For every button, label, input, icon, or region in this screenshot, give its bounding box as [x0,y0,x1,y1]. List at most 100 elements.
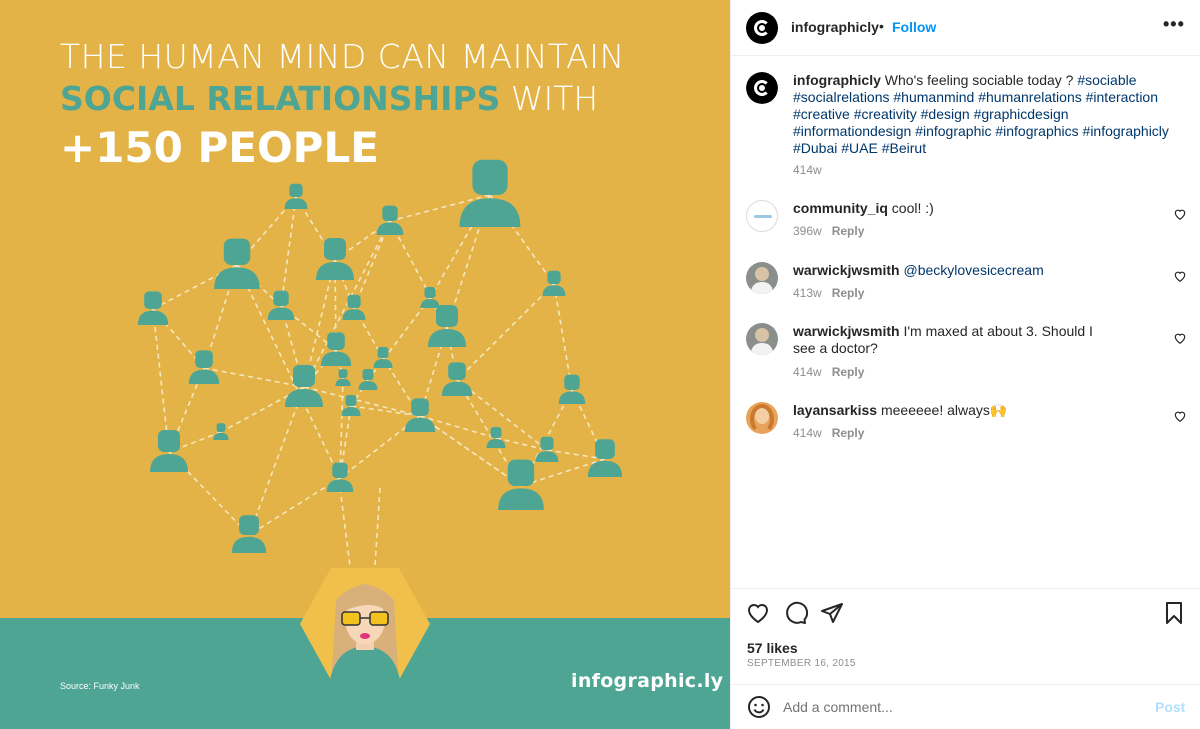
comment-meta: 414w Reply [793,365,864,379]
comment-meta: 396w Reply [793,224,864,238]
person-icon [267,290,295,320]
person-icon [150,430,188,472]
hashtag-link[interactable]: #infographics [995,123,1078,139]
post-comment-button[interactable]: Post [1155,699,1185,715]
person-icon [326,462,354,492]
more-options-icon[interactable]: ••• [1163,14,1185,35]
connection-lines [152,194,606,567]
person-icon [316,238,354,280]
comment-text: warwickjwsmith @beckylovesicecream [793,262,1173,279]
comment-text: warwickjwsmith I'm maxed at about 3. Sho… [793,323,1093,357]
hashtag-link[interactable]: #socialrelations [793,89,890,105]
post-date: SEPTEMBER 16, 2015 [747,658,856,669]
hashtag-link[interactable]: #infographicly [1083,123,1169,139]
hashtag-link[interactable]: #informationdesign [793,123,911,139]
person-icon [587,439,623,477]
save-bookmark-icon[interactable] [1162,601,1186,625]
caption-text: infographicly Who's feeling sociable tod… [793,72,1173,157]
hashtag-link[interactable]: #creativity [854,106,917,122]
comment-meta: 413w Reply [793,286,864,300]
comment-item: warwickjwsmith @beckylovesicecream 413w R… [746,262,1186,307]
person-icon [428,305,466,347]
hashtag-link[interactable]: #creative [793,106,850,122]
hashtag-link[interactable]: #interaction [1086,89,1158,105]
person-icon [376,205,404,235]
person-icon [231,515,267,553]
emoji-smiley-icon[interactable] [747,695,771,719]
comment-text: community_iq cool! :) [793,200,1173,217]
post-side-panel: infographicly • Follow ••• infographicly… [730,0,1200,729]
like-heart-icon[interactable] [746,601,770,625]
reply-button[interactable]: Reply [832,286,865,300]
comment-item: warwickjwsmith I'm maxed at about 3. Sho… [746,323,1186,383]
comment-username[interactable]: layansarkiss [793,402,877,418]
comment-meta: 414w Reply [793,426,864,440]
header-separator: • [879,18,884,34]
reply-button[interactable]: Reply [832,426,865,440]
commenter-avatar[interactable] [746,200,778,232]
comment-input[interactable] [783,695,1123,719]
person-icon [137,291,169,325]
caption-username[interactable]: infographicly [793,72,881,88]
person-icon [404,398,436,432]
comment-age: 396w [793,224,822,238]
commenter-avatar[interactable] [746,262,778,294]
post-image[interactable]: THE HUMAN MIND CAN MAINTAIN SOCIAL RELAT… [0,0,730,729]
hashtag-link[interactable]: #design [921,106,970,122]
comment-age: 414w [793,365,822,379]
caption: infographicly Who's feeling sociable tod… [746,72,1186,182]
comment-age: 414w [793,426,822,440]
hashtag-link[interactable]: #graphicdesign [974,106,1069,122]
comment-text: layansarkiss meeeeee! always🙌 [793,402,1173,419]
person-icon [284,183,308,209]
post-header: infographicly • Follow ••• [731,0,1200,56]
hashtag-link[interactable]: #Dubai [793,140,837,156]
person-icon [188,350,220,384]
author-username[interactable]: infographicly [791,19,879,35]
person-icons [137,159,623,553]
comment-message: meeeeee! always🙌 [880,402,1008,418]
like-comment-heart-icon[interactable] [1173,269,1187,283]
follow-button[interactable]: Follow [892,19,936,35]
hashtag-link[interactable]: #UAE [841,140,878,156]
person-icon [342,294,366,320]
caption-avatar[interactable] [746,72,778,104]
commenter-avatar[interactable] [746,323,778,355]
person-icon [535,436,559,462]
person-icon [558,374,586,404]
add-comment-bar: Post [731,684,1200,729]
comment-username[interactable]: community_iq [793,200,888,216]
share-send-icon[interactable] [820,601,844,625]
person-icon [542,270,566,296]
source-credit: Source: Funky Junk [60,681,140,691]
comment-item: layansarkiss meeeeee! always🙌 414w Reply [746,402,1186,447]
caption-message: Who's feeling sociable today ? [884,72,1074,88]
person-icon [420,287,440,308]
caption-age: 414w [793,163,822,177]
instagram-post-view: THE HUMAN MIND CAN MAINTAIN SOCIAL RELAT… [0,0,1200,729]
comment-message: cool! :) [891,200,934,216]
author-avatar[interactable] [746,12,778,44]
hashtag-link[interactable]: #Beirut [882,140,926,156]
people-network-illustration [137,159,623,680]
reply-button[interactable]: Reply [832,365,865,379]
like-comment-heart-icon[interactable] [1173,409,1187,423]
hashtag-link[interactable]: #humanrelations [978,89,1082,105]
comment-username[interactable]: warwickjwsmith [793,323,900,339]
comment-username[interactable]: warwickjwsmith [793,262,900,278]
commenter-avatar[interactable] [746,402,778,434]
person-icon [213,423,229,440]
hashtag-link[interactable]: #humanmind [893,89,974,105]
like-comment-heart-icon[interactable] [1173,331,1187,345]
person-icon [335,369,351,386]
person-icon [320,332,352,366]
comment-bubble-icon[interactable] [784,601,808,625]
like-comment-heart-icon[interactable] [1173,207,1187,221]
reply-button[interactable]: Reply [832,224,865,238]
woman-avatar-illustration [300,568,430,680]
hashtag-link[interactable]: #sociable [1077,72,1136,88]
likes-count[interactable]: 57 likes [747,640,798,656]
person-icon [459,159,521,227]
comment-mention[interactable]: @beckylovesicecream [903,262,1043,278]
hashtag-link[interactable]: #infographic [915,123,991,139]
